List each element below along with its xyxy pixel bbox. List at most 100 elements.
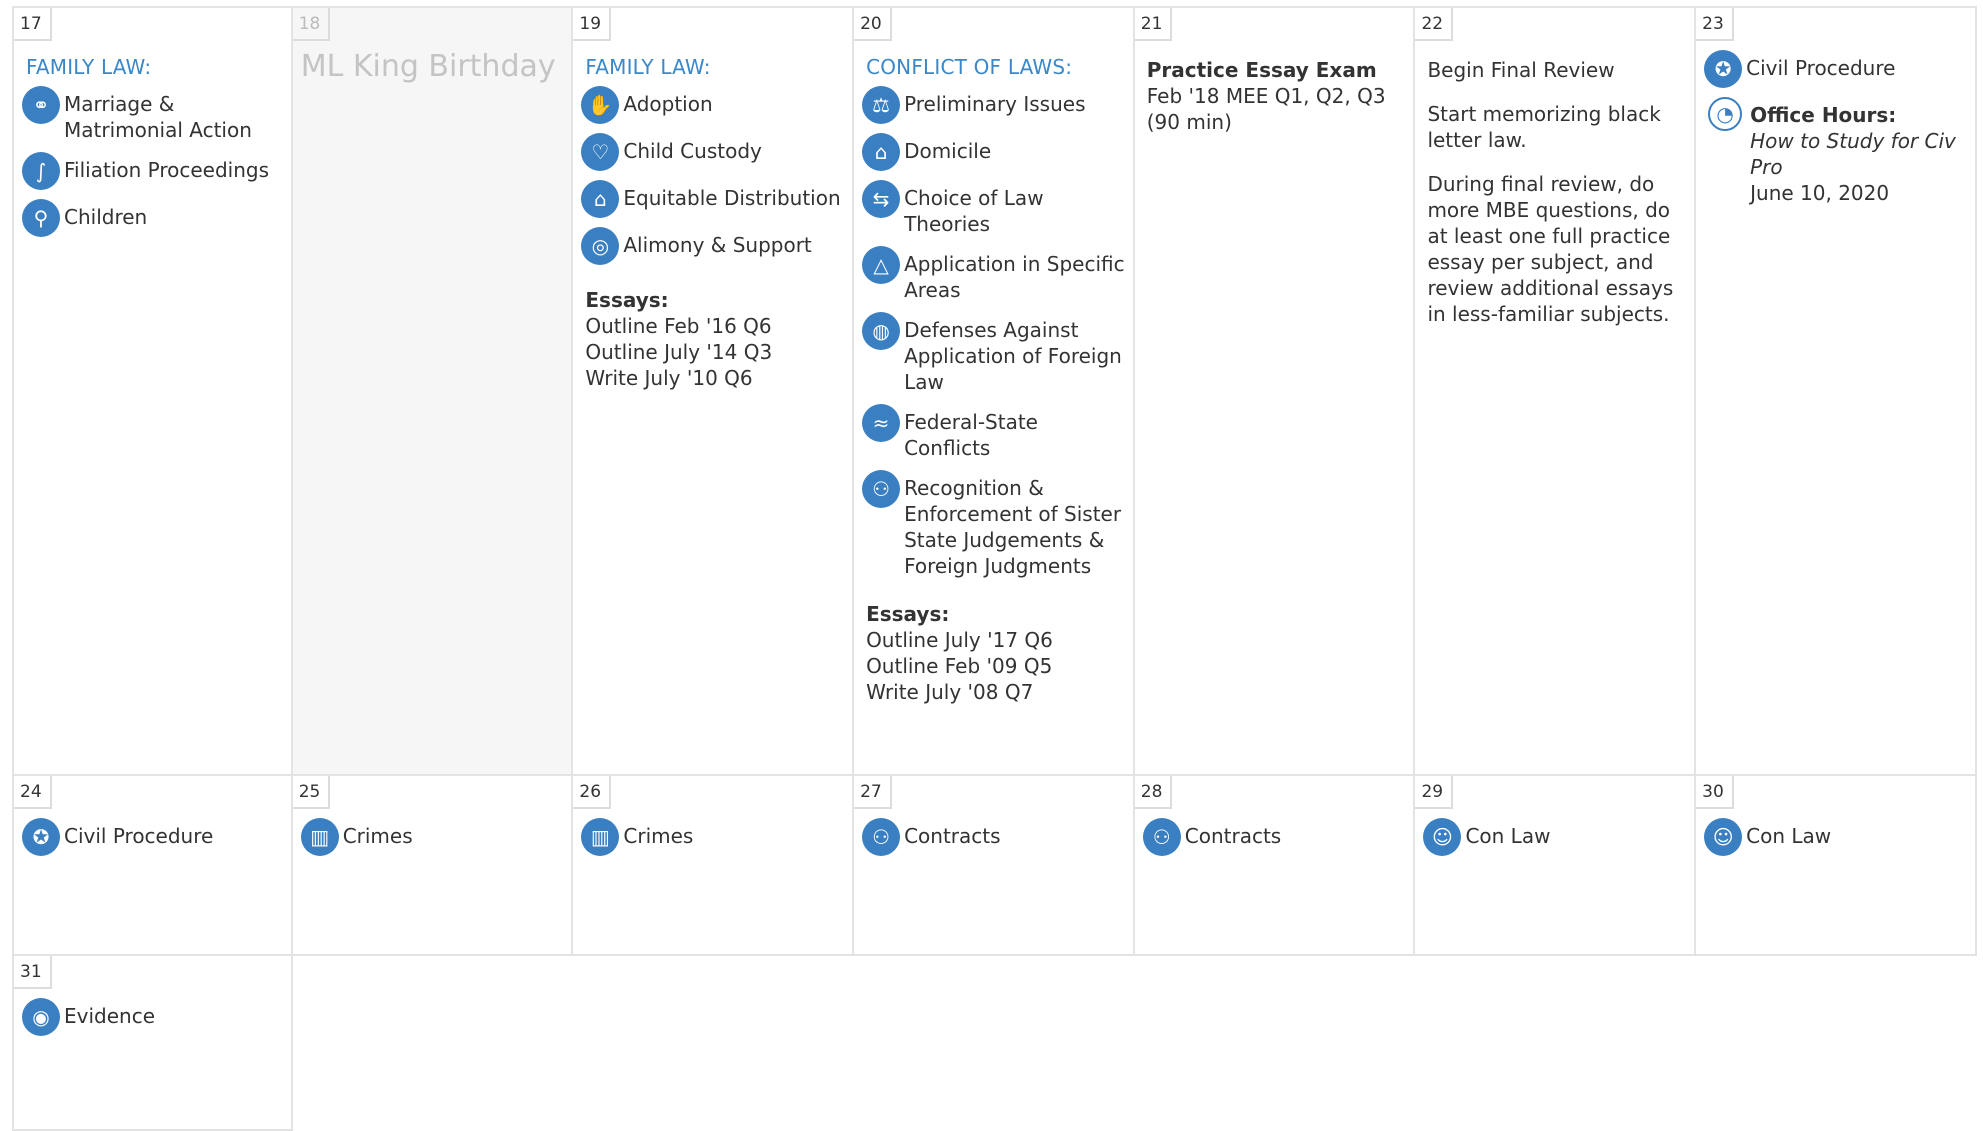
topic-item[interactable]: ◍ Defenses Against Application of Foreig… (862, 312, 1125, 395)
day-cell-18[interactable]: 18 ML King Birthday (292, 6, 574, 776)
day-number: 23 (1696, 8, 1734, 41)
mask-icon: ☺ (1423, 818, 1462, 856)
day-cell-23[interactable]: 23 ✪ Civil Procedure ◔ Office Hours: How… (1696, 6, 1977, 776)
day-cell-19[interactable]: 19 FAMILY LAW: ✋ Adoption ♡ Child Custod… (573, 6, 855, 776)
essay-line: Outline Feb '09 Q5 (866, 654, 1053, 678)
home-icon: ⌂ (862, 133, 901, 171)
day-number: 25 (292, 776, 331, 809)
review-notes: Begin Final Review Start memorizing blac… (1427, 57, 1686, 327)
day-number: 19 (573, 8, 612, 41)
topic-label: Defenses Against Application of Foreign … (904, 318, 1122, 394)
day-cell-20[interactable]: 20 CONFLICT OF LAWS: ⚖ Preliminary Issue… (854, 6, 1135, 776)
wave-icon: ≈ (862, 404, 901, 442)
topic-label: Recognition & Enforcement of Sister Stat… (904, 476, 1122, 578)
topic-item[interactable]: ⌂ Equitable Distribution (581, 180, 844, 218)
topic-item[interactable]: ⌂ Domicile (862, 133, 1125, 171)
essay-line: Outline July '14 Q3 (585, 340, 773, 364)
exam-title: Practice Essay Exam (1146, 58, 1377, 82)
office-hours-event[interactable]: ◔ Office Hours: How to Study for Civ Pro… (1704, 97, 1967, 206)
topic-item[interactable]: ⚭ Marriage & Matrimonial Action (22, 86, 283, 143)
topic-item[interactable]: ⚲ Children (22, 199, 283, 237)
topic-item[interactable]: ⚇ Contracts (1142, 818, 1406, 856)
topic-label: Contracts (904, 824, 1001, 848)
topic-label: Application in Specific Areas (904, 252, 1125, 302)
calendar-week-3: 31 ◉ Evidence (12, 956, 1977, 1131)
topic-item[interactable]: ◎ Alimony & Support (581, 227, 844, 265)
topic-item[interactable]: ☺ Con Law (1423, 818, 1686, 856)
topic-item[interactable]: ◉ Evidence (22, 998, 283, 1036)
topic-item[interactable]: ▥ Crimes (300, 818, 564, 856)
day-number: 22 (1415, 8, 1454, 41)
calendar-week-2: 24 ✪ Civil Procedure 25 ▥ Crimes 26 ▥ Cr… (12, 776, 1977, 956)
day-cell-31[interactable]: 31 ◉ Evidence (12, 956, 293, 1131)
office-hours-date: June 10, 2020 (1750, 181, 1890, 205)
mask-icon: ☺ (1704, 818, 1743, 856)
topic-item[interactable]: ⚖ Preliminary Issues (862, 86, 1125, 124)
day-cell-26[interactable]: 26 ▥ Crimes (573, 776, 855, 956)
people-icon: ⚇ (862, 470, 901, 508)
day-cell-29[interactable]: 29 ☺ Con Law (1415, 776, 1697, 956)
subject-heading: FAMILY LAW: (585, 55, 711, 79)
topic-label: Federal-State Conflicts (904, 410, 1038, 460)
review-title: Begin Final Review (1427, 58, 1615, 82)
parent-child-icon: ⚲ (22, 199, 60, 237)
topic-item[interactable]: ♡ Child Custody (581, 133, 844, 171)
day-number: 30 (1696, 776, 1734, 809)
topic-item[interactable]: ⚇ Recognition & Enforcement of Sister St… (862, 470, 1125, 579)
office-hours-title: Office Hours: (1750, 103, 1897, 127)
topic-item[interactable]: ∫ Filiation Proceedings (22, 152, 283, 190)
topic-label: Con Law (1465, 824, 1551, 848)
topic-label: Domicile (904, 139, 992, 163)
calendar-grid: 17 FAMILY LAW: ⚭ Marriage & Matrimonial … (12, 6, 1977, 1131)
day-number: 26 (573, 776, 612, 809)
topic-label: Choice of Law Theories (904, 186, 1044, 236)
essay-line: Outline Feb '16 Q6 (585, 314, 772, 338)
fingerprint-icon: ◉ (22, 998, 60, 1036)
topic-item[interactable]: ⚇ Contracts (862, 818, 1125, 856)
day-number: 31 (14, 956, 52, 989)
topic-item[interactable]: △ Application in Specific Areas (862, 246, 1125, 303)
holiday-title: ML King Birthday (300, 49, 556, 84)
topic-item[interactable]: ≈ Federal-State Conflicts (862, 404, 1125, 461)
day-number: 17 (14, 8, 52, 41)
globe-icon: ◍ (862, 312, 901, 350)
signpost-icon: ⇆ (862, 180, 901, 218)
jail-bars-icon: ▥ (581, 818, 620, 856)
essays-block: Essays: Outline July '17 Q6 Outline Feb … (866, 601, 1125, 705)
topic-item[interactable]: ▥ Crimes (581, 818, 844, 856)
topic-label: Equitable Distribution (623, 186, 841, 210)
day-cell-30[interactable]: 30 ☺ Con Law (1696, 776, 1977, 956)
topic-label: Preliminary Issues (904, 92, 1086, 116)
topic-label: Filiation Proceedings (64, 158, 270, 182)
essay-line: Write July '08 Q7 (866, 680, 1034, 704)
day-cell-25[interactable]: 25 ▥ Crimes (292, 776, 574, 956)
review-paragraph: During final review, do more MBE questio… (1427, 172, 1674, 326)
subject-heading: CONFLICT OF LAWS: (866, 55, 1073, 79)
topic-item[interactable]: ✪ Civil Procedure (1704, 50, 1967, 88)
day-cell-21[interactable]: 21 Practice Essay Exam Feb '18 MEE Q1, Q… (1134, 6, 1416, 776)
day-cell-22[interactable]: 22 Begin Final Review Start memorizing b… (1415, 6, 1697, 776)
day-number: 21 (1134, 8, 1173, 41)
day-cell-17[interactable]: 17 FAMILY LAW: ⚭ Marriage & Matrimonial … (12, 6, 293, 776)
topic-item[interactable]: ✋ Adoption (581, 86, 844, 124)
topic-item[interactable]: ☺ Con Law (1704, 818, 1967, 856)
day-number: 18 (292, 8, 331, 41)
topic-item[interactable]: ⇆ Choice of Law Theories (862, 180, 1125, 237)
review-paragraph: Start memorizing black letter law. (1427, 102, 1661, 152)
calendar-week-1: 17 FAMILY LAW: ⚭ Marriage & Matrimonial … (12, 6, 1977, 776)
day-number: 20 (854, 8, 892, 41)
day-cell-27[interactable]: 27 ⚇ Contracts (854, 776, 1135, 956)
house-icon: ⌂ (581, 180, 620, 218)
topic-label: Child Custody (623, 139, 762, 163)
day-cell-24[interactable]: 24 ✪ Civil Procedure (12, 776, 293, 956)
topic-label: Contracts (1184, 824, 1282, 848)
topic-label: Children (64, 205, 148, 229)
office-hours-topic: How to Study for Civ Pro (1750, 129, 1956, 179)
topic-item[interactable]: ✪ Civil Procedure (22, 818, 283, 856)
essay-line: Write July '10 Q6 (585, 366, 753, 390)
topic-label: Crimes (342, 824, 413, 848)
day-number: 28 (1134, 776, 1173, 809)
subject-heading: FAMILY LAW: (26, 55, 152, 79)
clock-icon: ◔ (1708, 97, 1743, 131)
day-cell-28[interactable]: 28 ⚇ Contracts (1134, 776, 1416, 956)
